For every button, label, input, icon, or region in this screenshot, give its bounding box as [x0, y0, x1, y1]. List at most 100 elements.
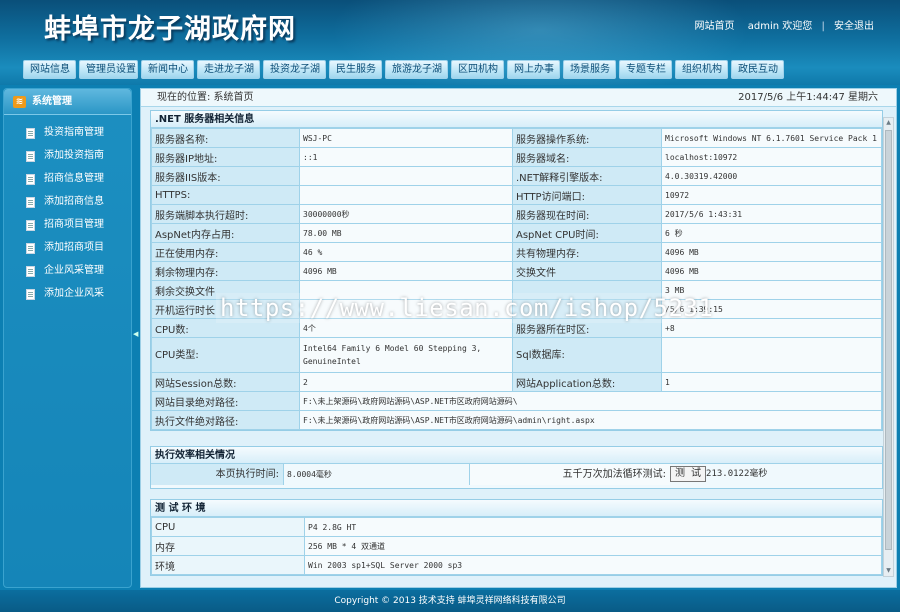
table-cell-label: 环境	[151, 555, 305, 575]
table-cell-value	[299, 185, 513, 205]
sidebar-item[interactable]: 招商项目管理	[4, 216, 131, 234]
table-cell-value: F:\未上架源码\政府网站源码\ASP.NET市区政府网站源码\admin\ri…	[299, 410, 882, 430]
panel-title: .NET 服务器相关信息	[151, 111, 882, 128]
table-cell-value	[299, 166, 513, 186]
table-row: 正在使用内存: 46 % 共有物理内存: 4096 MB	[151, 242, 882, 262]
sidebar-item[interactable]: 招商信息管理	[4, 170, 131, 188]
nav-tab[interactable]: 区四机构	[451, 60, 504, 79]
table-cell-label: 执行文件绝对路径:	[151, 410, 300, 430]
nav-tab[interactable]: 网站信息	[23, 60, 76, 79]
nav-tab[interactable]: 旅游龙子湖	[385, 60, 448, 79]
sidebar-item-label: 投资指南管理	[44, 127, 104, 138]
table-cell-value: 256 MB * 4 双通道	[304, 536, 882, 556]
sidebar: ≋ 系统管理 投资指南管理 添加投资指南 招商信息管理 添加招商信息 招商项目管…	[3, 88, 132, 588]
table-cell-label: 内存	[151, 536, 305, 556]
breadcrumb-location: 现在的位置: 系统首页	[157, 92, 254, 103]
logout-link[interactable]: 安全退出	[834, 21, 874, 32]
server-info-panel: .NET 服务器相关信息 服务器名称: WSJ-PC 服务器操作系统: Microso…	[150, 110, 883, 431]
table-row: CPU类型: Intel64 Family 6 Model 60 Stepping…	[151, 337, 882, 373]
table-cell-value: ::1	[299, 147, 513, 167]
sidebar-item[interactable]: 添加招商项目	[4, 239, 131, 257]
table-cell-label: 服务器IIS版本:	[151, 166, 300, 186]
table-cell-value: 4.0.30319.42000	[661, 166, 882, 186]
table-cell-value: Microsoft Windows NT 6.1.7601 Service Pa…	[661, 128, 882, 148]
nav-tab[interactable]: 投资龙子湖	[263, 60, 326, 79]
nav-tab[interactable]: 新闻中心	[141, 60, 194, 79]
document-icon	[26, 220, 35, 231]
table-cell-label: 服务器现在时间:	[512, 204, 662, 224]
scrollbar-thumb[interactable]	[885, 130, 892, 550]
vertical-scrollbar[interactable]: ▲ ▼	[883, 117, 894, 577]
table-cell-label: 共有物理内存:	[512, 242, 662, 262]
table-cell-label: AspNet内存占用:	[151, 223, 300, 243]
table-cell-value: Intel64 Family 6 Model 60 Stepping 3, Ge…	[299, 337, 513, 373]
sidebar-item[interactable]: 添加投资指南	[4, 147, 131, 165]
footer-copyright: Copyright © 2013 技术支持 蚌埠灵祥网络科技有限公司	[0, 590, 900, 612]
table-cell-label: HTTPS:	[151, 185, 300, 205]
page-time-label: 本页执行时间:	[151, 464, 284, 485]
table-cell-value: 2017/5/6 1:43:31	[661, 204, 882, 224]
table-cell-label: CPU类型:	[151, 337, 300, 373]
table-cell-label: AspNet CPU时间:	[512, 223, 662, 243]
table-cell-value: Win 2003 sp1+SQL Server 2000 sp3	[304, 555, 882, 575]
table-cell-value: 1	[661, 372, 882, 392]
table-cell-label: 正在使用内存:	[151, 242, 300, 262]
table-cell-label: 服务器操作系统:	[512, 128, 662, 148]
test-button[interactable]: 测 试	[670, 465, 707, 482]
table-row: 执行文件绝对路径: F:\未上架源码\政府网站源码\ASP.NET市区政府网站源…	[151, 410, 882, 430]
sidebar-item-label: 企业风采管理	[44, 265, 104, 276]
table-cell-value: 4096 MB	[299, 261, 513, 281]
nav-tab[interactable]: 组织机构	[675, 60, 728, 79]
table-cell-value: 78.00 MB	[299, 223, 513, 243]
sidebar-header[interactable]: ≋ 系统管理	[4, 89, 131, 115]
page-time-value: 8.0004毫秒	[284, 464, 470, 485]
sidebar-item[interactable]: 投资指南管理	[4, 124, 131, 142]
sidebar-item-label: 添加招商项目	[44, 242, 104, 253]
sidebar-item[interactable]: 企业风采管理	[4, 262, 131, 280]
table-cell-value: 46 %	[299, 242, 513, 262]
collapse-sidebar-icon[interactable]: ◀	[133, 329, 139, 339]
table-cell-label: HTTP访问端口:	[512, 185, 662, 205]
nav-tab[interactable]: 专题专栏	[619, 60, 672, 79]
table-cell-label: 交换文件	[512, 261, 662, 281]
home-link[interactable]: 网站首页	[695, 21, 735, 32]
document-icon	[26, 174, 35, 185]
table-row: 环境 Win 2003 sp1+SQL Server 2000 sp3	[151, 555, 882, 575]
sidebar-item-label: 招商项目管理	[44, 219, 104, 230]
nav-tab[interactable]: 网上办事	[507, 60, 560, 79]
document-icon	[26, 243, 35, 254]
site-title: 蚌埠市龙子湖政府网	[44, 14, 296, 45]
panel-title: 测 试 环 境	[151, 500, 882, 517]
table-cell-label: Sql数据库:	[512, 337, 662, 373]
nav-tab[interactable]: 政民互动	[731, 60, 784, 79]
scroll-down-icon[interactable]: ▼	[885, 567, 892, 575]
sidebar-title: 系统管理	[32, 96, 72, 107]
sidebar-item[interactable]: 添加招商信息	[4, 193, 131, 211]
main-nav: 网站信息 管理员设置 新闻中心 走进龙子湖 投资龙子湖 民生服务 旅游龙子湖 区…	[23, 60, 784, 79]
sidebar-item-label: 招商信息管理	[44, 173, 104, 184]
table-cell-label: 剩余物理内存:	[151, 261, 300, 281]
table-cell-label: 网站目录绝对路径:	[151, 391, 300, 411]
table-cell-label: 服务端脚本执行超时:	[151, 204, 300, 224]
table-row: 网站Session总数: 2 网站Application总数: 1	[151, 372, 882, 392]
table-cell-label: 服务器名称:	[151, 128, 300, 148]
efficiency-row: 本页执行时间: 8.0004毫秒 五千万次加法循环测试: 测 试 213.0122…	[151, 464, 882, 485]
watermark-text: https://www.liesan.com/ishop/5231	[220, 294, 714, 322]
table-cell-label: 网站Application总数:	[512, 372, 662, 392]
nav-tab[interactable]: 走进龙子湖	[197, 60, 260, 79]
document-icon	[26, 151, 35, 162]
table-cell-value: WSJ-PC	[299, 128, 513, 148]
rss-icon: ≋	[13, 96, 26, 108]
table-cell-value: F:\未上架源码\政府网站源码\ASP.NET市区政府网站源码\	[299, 391, 882, 411]
nav-tab[interactable]: 管理员设置	[79, 60, 138, 79]
table-row: HTTPS: HTTP访问端口: 10972	[151, 185, 882, 205]
table-cell-label: CPU	[151, 517, 305, 537]
table-cell-label: .NET解释引擎版本:	[512, 166, 662, 186]
test-environment-panel: 测 试 环 境 CPU P4 2.8G HT 内存 256 MB * 4 双通道 环…	[150, 499, 883, 576]
sidebar-item[interactable]: 添加企业风采	[4, 285, 131, 303]
table-cell-value: 10972	[661, 185, 882, 205]
nav-tab[interactable]: 民生服务	[329, 60, 382, 79]
scroll-up-icon[interactable]: ▲	[885, 119, 892, 127]
nav-tab[interactable]: 场景服务	[563, 60, 616, 79]
table-row: 网站目录绝对路径: F:\未上架源码\政府网站源码\ASP.NET市区政府网站源…	[151, 391, 882, 411]
